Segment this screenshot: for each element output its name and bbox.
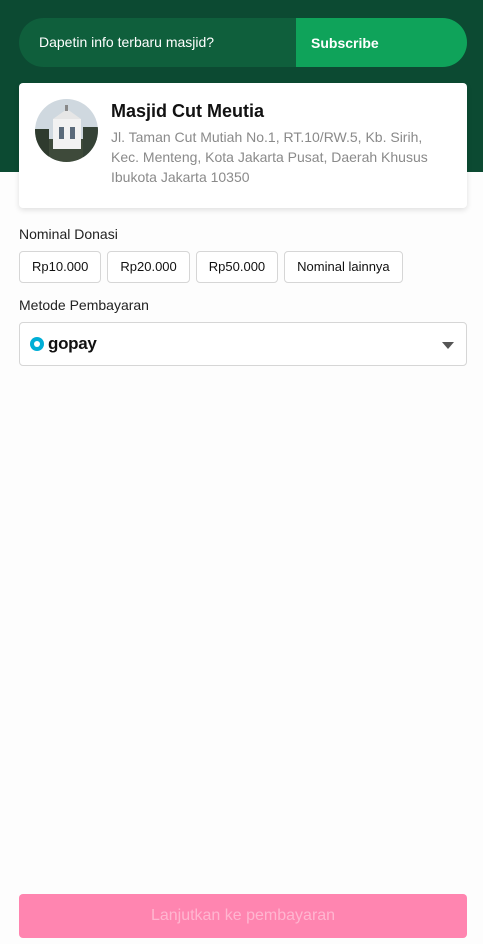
mosque-avatar <box>35 99 98 162</box>
donation-option-50000[interactable]: Rp50.000 <box>195 251 279 283</box>
subscribe-button[interactable]: Subscribe <box>296 18 467 67</box>
donation-label: Nominal Donasi <box>19 226 118 242</box>
chevron-down-icon <box>442 342 454 349</box>
donation-option-other[interactable]: Nominal lainnya <box>284 251 403 283</box>
continue-to-payment-button[interactable]: Lanjutkan ke pembayaran <box>19 894 467 938</box>
payment-method-value: gopay <box>48 334 97 353</box>
donation-option-10000[interactable]: Rp10.000 <box>19 251 102 283</box>
donation-option-20000[interactable]: Rp20.000 <box>107 251 190 283</box>
payment-method-select[interactable]: gopay <box>19 322 467 366</box>
mosque-name: Masjid Cut Meutia <box>111 101 265 121</box>
subscribe-bar: Dapetin info terbaru masjid? Subscribe <box>19 18 467 67</box>
subscribe-prompt: Dapetin info terbaru masjid? <box>39 34 215 50</box>
mosque-card: Masjid Cut Meutia Jl. Taman Cut Mutiah N… <box>19 83 467 208</box>
mosque-address: Jl. Taman Cut Mutiah No.1, RT.10/RW.5, K… <box>111 129 428 185</box>
payment-label: Metode Pembayaran <box>19 297 149 313</box>
gopay-logo-icon <box>30 337 44 351</box>
donation-options: Rp10.000 Rp20.000 Rp50.000 Nominal lainn… <box>19 251 403 283</box>
